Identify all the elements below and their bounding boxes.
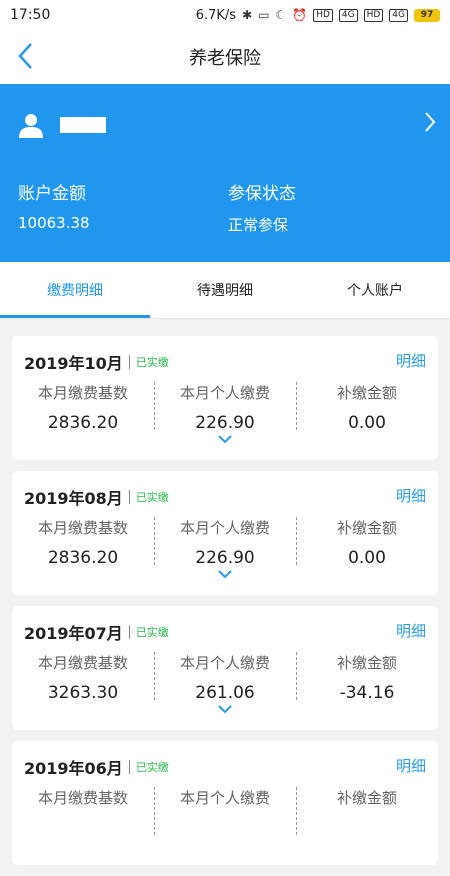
status-time: 17:50: [10, 7, 51, 23]
tab-payment-details[interactable]: 缴费明细: [0, 262, 150, 318]
detail-link[interactable]: 明细: [396, 620, 426, 641]
supplement-column: 补缴金额 0.00: [296, 380, 438, 433]
insurance-status-label: 参保状态: [228, 184, 296, 204]
status-icons: 6.7K/s ✱ ▭ ☾ ⏰ HD 4G HD 4G 97: [196, 8, 440, 23]
supplement-label: 补缴金额: [336, 384, 397, 402]
card-header: 2019年08月 已实缴: [24, 485, 169, 509]
detail-link[interactable]: 明细: [396, 350, 426, 371]
personal-label: 本月个人缴费: [179, 654, 270, 672]
card-columns: 本月缴费基数 本月个人缴费 补缴金额: [12, 785, 438, 837]
moon-icon: ☾: [275, 8, 287, 22]
base-label: 本月缴费基数: [37, 654, 128, 672]
supplement-label: 补缴金额: [336, 654, 397, 672]
supplement-column: 补缴金额 -34.16: [296, 650, 438, 703]
bluetooth-icon: ✱: [242, 8, 253, 22]
card-columns: 本月缴费基数 2836.20 本月个人缴费 226.90 补缴金额 0.00: [12, 515, 438, 568]
signal-4g-badge-2: 4G: [389, 8, 408, 22]
paid-status-badge: 已实缴: [135, 626, 169, 639]
paid-status-badge: 已实缴: [135, 761, 169, 774]
supplement-value: -34.16: [339, 683, 395, 703]
personal-label: 本月个人缴费: [179, 384, 270, 402]
base-value: 2836.20: [47, 548, 119, 568]
personal-value: 226.90: [195, 413, 255, 433]
expand-chevron-icon[interactable]: [217, 434, 233, 444]
supplement-value: 0.00: [348, 413, 386, 433]
vibrate-icon: ▭: [258, 8, 270, 22]
profile-arrow-button[interactable]: [424, 110, 436, 140]
detail-link[interactable]: 明细: [396, 485, 426, 506]
account-balance-value: 10063.38: [18, 214, 90, 232]
base-label: 本月缴费基数: [37, 789, 128, 807]
account-balance-label: 账户金额: [18, 184, 86, 204]
nav-bar: 养老保险: [0, 30, 450, 84]
tab-divider: [0, 318, 450, 319]
divider: [128, 355, 130, 369]
divider: [128, 490, 130, 504]
divider: [128, 760, 130, 774]
base-value: 3263.30: [47, 683, 119, 703]
base-column: 本月缴费基数: [12, 785, 154, 837]
user-avatar-icon: [19, 114, 43, 138]
personal-column: 本月个人缴费: [154, 785, 296, 837]
card-columns: 本月缴费基数 2836.20 本月个人缴费 226.90 补缴金额 0.00: [12, 380, 438, 433]
paid-status-badge: 已实缴: [135, 491, 169, 504]
tab-personal-account[interactable]: 个人账户: [300, 262, 450, 318]
payment-list: 2019年10月 已实缴 明细 本月缴费基数 2836.20 本月个人缴费 22…: [12, 336, 438, 876]
status-bar: 17:50 6.7K/s ✱ ▭ ☾ ⏰ HD 4G HD 4G 97: [0, 0, 450, 30]
detail-link[interactable]: 明细: [396, 755, 426, 776]
tab-benefit-details[interactable]: 待遇明细: [150, 262, 300, 318]
payment-month: 2019年07月: [24, 624, 123, 643]
supplement-value: 0.00: [348, 548, 386, 568]
signal-4g-badge: 4G: [338, 8, 358, 22]
card-header: 2019年10月 已实缴: [24, 350, 169, 374]
supplement-column: 补缴金额: [296, 785, 438, 837]
base-column: 本月缴费基数 2836.20: [12, 515, 154, 568]
card-columns: 本月缴费基数 3263.30 本月个人缴费 261.06 补缴金额 -34.16: [12, 650, 438, 703]
chevron-left-icon: [18, 43, 32, 69]
personal-value: 261.06: [195, 683, 255, 703]
chevron-right-icon: [425, 112, 436, 132]
base-label: 本月缴费基数: [37, 384, 128, 402]
expand-chevron-icon[interactable]: [217, 704, 233, 714]
supplement-label: 补缴金额: [336, 789, 397, 807]
card-header: 2019年06月 已实缴: [24, 755, 169, 779]
personal-value: 226.90: [195, 548, 255, 568]
expand-chevron-icon[interactable]: [217, 569, 233, 579]
user-row[interactable]: [18, 112, 106, 138]
base-label: 本月缴费基数: [37, 519, 128, 537]
payment-card: 2019年08月 已实缴 明细 本月缴费基数 2836.20 本月个人缴费 22…: [12, 471, 438, 595]
payment-card: 2019年07月 已实缴 明细 本月缴费基数 3263.30 本月个人缴费 26…: [12, 606, 438, 730]
personal-label: 本月个人缴费: [179, 789, 270, 807]
alarm-icon: ⏰: [292, 8, 308, 22]
paid-status-badge: 已实缴: [135, 356, 169, 369]
back-button[interactable]: [10, 38, 40, 74]
user-name-redacted: [60, 117, 106, 133]
network-speed: 6.7K/s: [195, 7, 237, 23]
insurance-status-value: 正常参保: [228, 216, 289, 234]
tab-bar: 缴费明细 待遇明细 个人账户: [0, 262, 450, 318]
hd-badge: HD: [313, 8, 333, 22]
divider: [128, 625, 130, 639]
personal-column: 本月个人缴费 261.06: [154, 650, 296, 703]
personal-column: 本月个人缴费 226.90: [154, 515, 296, 568]
payment-month: 2019年10月: [24, 354, 123, 373]
payment-month: 2019年08月: [24, 489, 123, 508]
payment-card: 2019年06月 已实缴 明细 本月缴费基数 本月个人缴费 补缴金额: [12, 741, 438, 865]
account-header: 账户金额 10063.38 参保状态 正常参保: [0, 84, 450, 262]
battery-icon: 97: [414, 8, 440, 22]
personal-column: 本月个人缴费 226.90: [154, 380, 296, 433]
payment-month: 2019年06月: [24, 759, 123, 778]
hd-badge-2: HD: [363, 8, 384, 22]
base-value: 2836.20: [47, 413, 119, 433]
base-column: 本月缴费基数 2836.20: [12, 380, 154, 433]
page-title: 养老保险: [189, 48, 261, 69]
personal-label: 本月个人缴费: [179, 519, 270, 537]
card-header: 2019年07月 已实缴: [24, 620, 169, 644]
supplement-label: 补缴金额: [336, 519, 397, 537]
base-column: 本月缴费基数 3263.30: [12, 650, 154, 703]
payment-card: 2019年10月 已实缴 明细 本月缴费基数 2836.20 本月个人缴费 22…: [12, 336, 438, 460]
supplement-column: 补缴金额 0.00: [296, 515, 438, 568]
